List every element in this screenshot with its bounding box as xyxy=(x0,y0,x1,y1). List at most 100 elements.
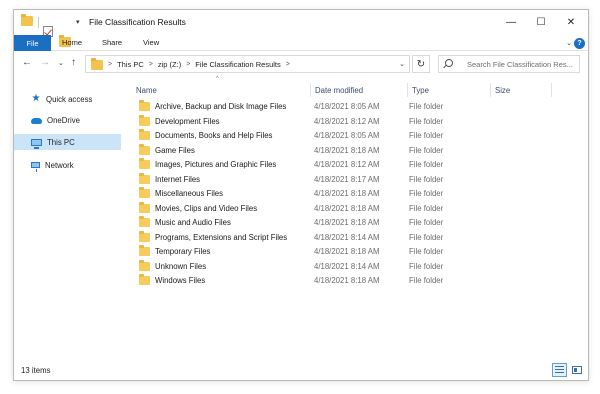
breadcrumb-separator[interactable]: > xyxy=(186,61,190,68)
details-view-icon xyxy=(555,366,564,374)
folder-icon xyxy=(139,216,150,227)
table-row[interactable]: Music and Audio Files 4/18/2021 8:18 AM Fi… xyxy=(132,216,582,231)
table-row[interactable]: Temporary Files 4/18/2021 8:18 AM File fol… xyxy=(132,245,582,260)
file-date-modified: 4/18/2021 8:14 AM xyxy=(314,261,380,271)
up-button[interactable]: ↑ xyxy=(71,57,76,68)
file-type: File folder xyxy=(409,247,444,256)
refresh-button[interactable]: ↻ xyxy=(412,55,430,73)
column-header-name[interactable]: Name xyxy=(132,82,310,98)
folder-icon xyxy=(139,259,150,271)
sidebar-item-network[interactable]: Network xyxy=(14,157,121,173)
column-header-size[interactable]: Size xyxy=(491,82,551,98)
search-placeholder: Search File Classification Res... xyxy=(467,60,573,69)
file-name[interactable]: Documents, Books and Help Files xyxy=(155,131,272,140)
breadcrumb-current-folder[interactable]: File Classification Results xyxy=(195,60,280,69)
column-header-date-modified[interactable]: Date modified xyxy=(311,82,407,98)
file-type: File folder xyxy=(409,145,444,155)
folder-icon xyxy=(91,58,103,70)
navigation-bar: ← → ⌄ ↑ > This PC > zip (Z:) > File Clas… xyxy=(14,52,588,76)
file-name[interactable]: Music and Audio Files xyxy=(155,218,231,227)
search-input[interactable]: Search File Classification Res... xyxy=(438,55,580,73)
address-bar[interactable]: > This PC > zip (Z:) > File Classificati… xyxy=(85,55,410,73)
table-row[interactable]: Documents, Books and Help Files 4/18/2021… xyxy=(132,129,582,144)
table-row[interactable]: Archive, Backup and Disk Image Files 4/18… xyxy=(132,100,582,115)
expand-ribbon-icon[interactable]: ⌄ xyxy=(566,39,572,47)
file-name[interactable]: Development Files xyxy=(155,117,220,126)
file-name[interactable]: Miscellaneous Files xyxy=(155,189,223,198)
computer-icon xyxy=(31,138,42,149)
breadcrumb-zip-drive[interactable]: zip (Z:) xyxy=(158,60,181,69)
folder-icon[interactable] xyxy=(21,14,33,26)
maximize-button[interactable]: ☐ xyxy=(527,13,555,31)
file-date-modified: 4/18/2021 8:12 AM xyxy=(314,160,380,169)
folder-icon xyxy=(139,230,150,242)
file-date-modified: 4/18/2021 8:18 AM xyxy=(314,276,380,285)
table-row[interactable]: Internet Files 4/18/2021 8:17 AM File fold… xyxy=(132,172,582,188)
file-type: File folder xyxy=(409,189,444,198)
breadcrumb: > This PC > zip (Z:) > File Classificati… xyxy=(108,60,290,69)
back-button[interactable]: ← xyxy=(22,57,32,68)
file-type: File folder xyxy=(409,131,444,140)
sidebar-item-onedrive[interactable]: OneDrive xyxy=(14,112,121,128)
table-row[interactable]: Game Files 4/18/2021 8:18 AM File folder xyxy=(132,143,582,159)
file-type: File folder xyxy=(409,160,444,169)
file-date-modified: 4/18/2021 8:18 AM xyxy=(314,218,380,227)
column-header-type[interactable]: Type xyxy=(408,82,490,98)
table-row[interactable]: Unknown Files 4/18/2021 8:14 AM File folde… xyxy=(132,259,582,275)
sidebar-item-quick-access[interactable]: ★ Quick access xyxy=(14,91,121,107)
folder-icon xyxy=(139,114,150,126)
table-row[interactable]: Images, Pictures and Graphic Files 4/18/2… xyxy=(132,158,582,173)
folder-icon xyxy=(139,129,150,140)
folder-icon xyxy=(139,245,150,256)
file-list: ^ Name Date modified Type Size Archive, … xyxy=(132,76,582,352)
table-row[interactable]: Programs, Extensions and Script Files 4/1… xyxy=(132,230,582,246)
tab-view[interactable]: View xyxy=(143,38,159,47)
file-name[interactable]: Internet Files xyxy=(155,175,200,184)
file-name[interactable]: Unknown Files xyxy=(155,262,206,271)
table-row[interactable]: Movies, Clips and Video Files 4/18/2021 8… xyxy=(132,201,582,217)
file-date-modified: 4/18/2021 8:18 AM xyxy=(314,145,380,155)
file-type: File folder xyxy=(409,218,444,227)
folder-icon xyxy=(139,100,150,111)
file-name[interactable]: Temporary Files xyxy=(155,247,210,256)
forward-button[interactable]: → xyxy=(40,57,50,68)
tab-home[interactable]: Home xyxy=(62,38,82,47)
address-history-dropdown[interactable]: ⌄ xyxy=(399,60,405,68)
large-icons-view-button[interactable] xyxy=(569,363,584,377)
table-row[interactable]: Windows Files 4/18/2021 8:18 AM File folde… xyxy=(132,274,582,289)
table-row[interactable]: Development Files 4/18/2021 8:12 AM File f… xyxy=(132,114,582,130)
breadcrumb-separator: > xyxy=(108,61,113,68)
file-name[interactable]: Archive, Backup and Disk Image Files xyxy=(155,102,286,111)
close-button[interactable]: ✕ xyxy=(557,13,585,31)
recent-locations-dropdown[interactable]: ⌄ xyxy=(58,59,64,67)
file-date-modified: 4/18/2021 8:17 AM xyxy=(314,174,380,184)
breadcrumb-separator[interactable]: > xyxy=(286,61,290,68)
file-name[interactable]: Programs, Extensions and Script Files xyxy=(155,233,287,242)
sidebar-item-this-pc[interactable]: This PC xyxy=(14,134,121,150)
breadcrumb-this-pc[interactable]: This PC xyxy=(117,60,144,69)
table-row[interactable]: Miscellaneous Files 4/18/2021 8:18 AM File… xyxy=(132,187,582,202)
breadcrumb-separator[interactable]: > xyxy=(149,61,153,68)
file-type: File folder xyxy=(409,232,444,242)
network-icon xyxy=(31,162,40,172)
sidebar-item-label: This PC xyxy=(47,137,75,147)
file-name[interactable]: Game Files xyxy=(155,146,195,155)
details-view-button[interactable] xyxy=(552,363,567,377)
status-bar: 13 items xyxy=(14,360,588,380)
sidebar-item-label: Quick access xyxy=(46,94,93,104)
folder-icon xyxy=(139,172,150,184)
file-name[interactable]: Windows Files xyxy=(155,276,205,285)
file-type: File folder xyxy=(409,261,444,271)
file-date-modified: 4/18/2021 8:18 AM xyxy=(314,203,380,213)
file-name[interactable]: Images, Pictures and Graphic Files xyxy=(155,160,276,169)
help-icon[interactable]: ? xyxy=(574,38,585,49)
minimize-button[interactable]: — xyxy=(497,13,525,31)
file-tab[interactable]: File xyxy=(14,35,51,51)
customize-toolbar-dropdown[interactable]: ▾ xyxy=(76,18,80,26)
folder-icon xyxy=(139,201,150,213)
item-count: 13 items xyxy=(21,366,51,375)
tab-share[interactable]: Share xyxy=(102,38,122,47)
column-divider[interactable] xyxy=(551,83,552,97)
file-name[interactable]: Movies, Clips and Video Files xyxy=(155,204,257,213)
file-date-modified: 4/18/2021 8:05 AM xyxy=(314,131,380,140)
